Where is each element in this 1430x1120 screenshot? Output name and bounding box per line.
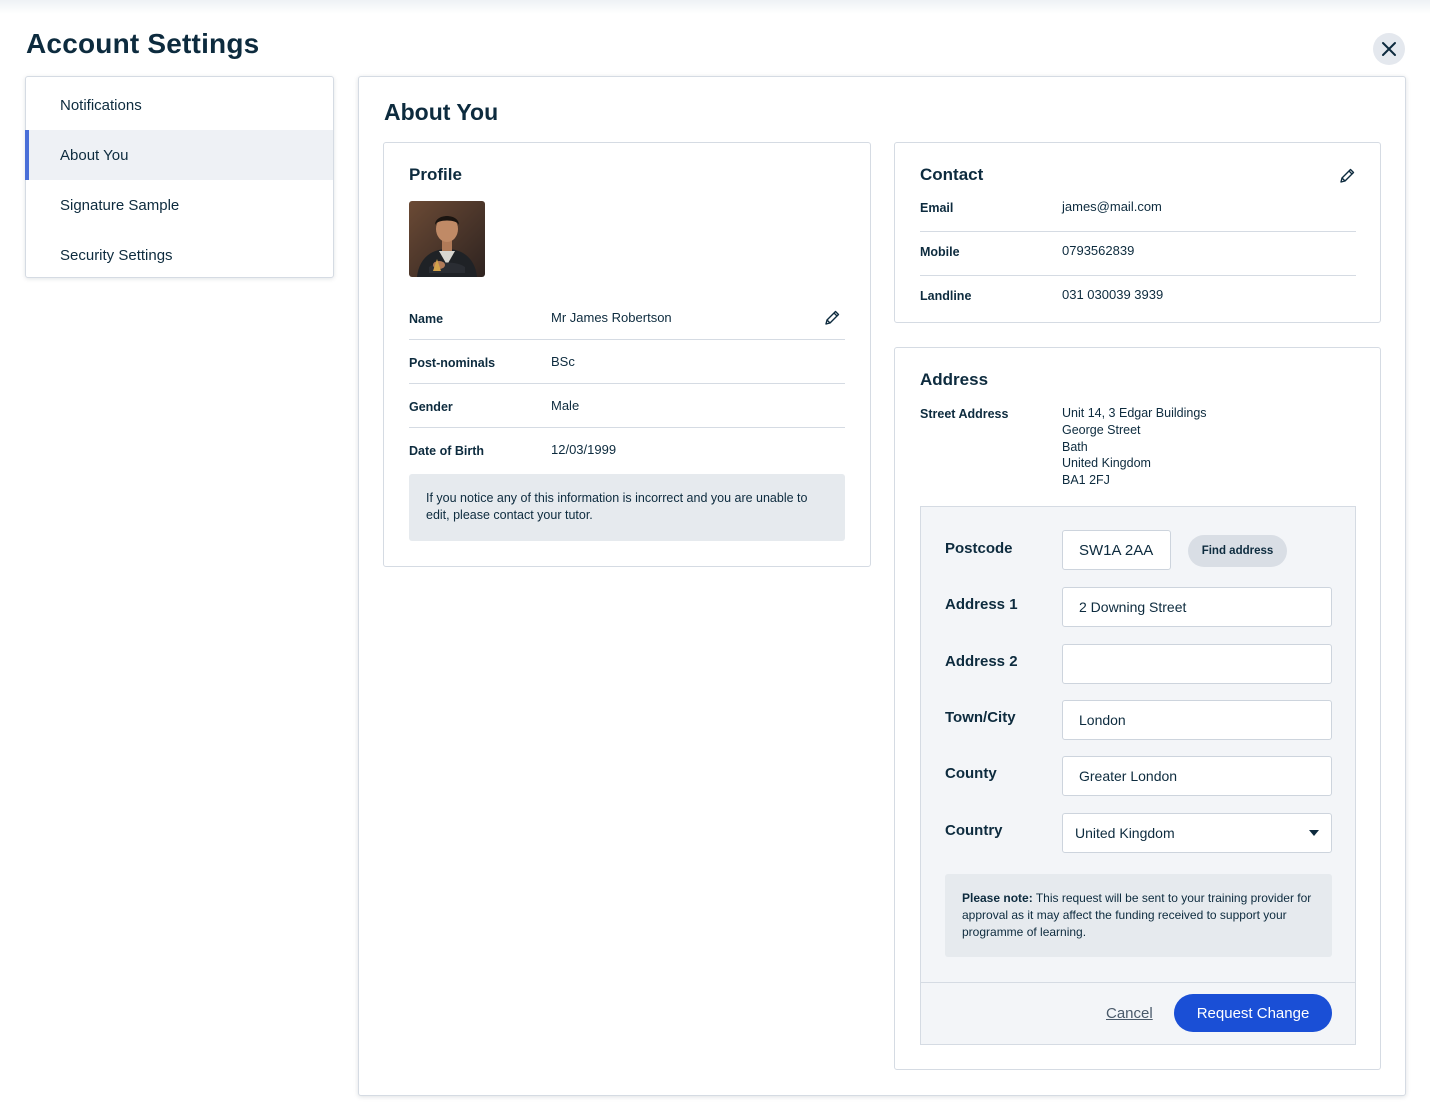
close-button[interactable] — [1373, 33, 1405, 65]
row-label: Date of Birth — [409, 444, 484, 458]
page-title: Account Settings — [26, 28, 260, 59]
find-address-button[interactable]: Find address — [1188, 535, 1287, 567]
sidebar-item-label: Notifications — [60, 96, 142, 114]
sidebar-item-label: Security Settings — [60, 246, 173, 264]
avatar — [409, 201, 485, 277]
contact-row-mobile: Mobile 0793562839 — [920, 232, 1356, 276]
row-label: Name — [409, 312, 444, 326]
approval-note: Please note: This request will be sent t… — [945, 874, 1332, 957]
postcode-label: Postcode — [945, 540, 1013, 557]
row-value: Male — [551, 398, 580, 413]
address1-input[interactable] — [1062, 587, 1332, 627]
section-title: About You — [384, 99, 499, 125]
country-selected-value: United Kingdom — [1075, 825, 1175, 841]
row-value: 12/03/1999 — [551, 442, 617, 457]
country-select[interactable]: United Kingdom — [1062, 813, 1332, 853]
profile-title: Profile — [409, 165, 462, 184]
row-value: james@mail.com — [1062, 199, 1162, 214]
note-heading: Please note: — [962, 891, 1033, 905]
avatar-image — [409, 201, 485, 277]
contact-title: Contact — [920, 165, 984, 184]
top-shadow — [0, 0, 1430, 14]
row-label: Email — [920, 201, 954, 215]
row-label: Gender — [409, 400, 453, 414]
profile-card: Profile Name Mr James Robertson Post-nom… — [383, 142, 871, 567]
form-footer: Cancel Request Change — [921, 982, 1355, 1044]
address2-label: Address 2 — [945, 653, 1018, 670]
county-input[interactable] — [1062, 756, 1332, 796]
profile-row-name: Name Mr James Robertson — [409, 296, 845, 340]
postcode-input[interactable] — [1062, 530, 1171, 570]
profile-row-date-of-birth: Date of Birth 12/03/1999 — [409, 428, 845, 472]
contact-row-landline: Landline 031 030039 3939 — [920, 276, 1356, 320]
chevron-down-icon — [1309, 830, 1319, 836]
pencil-icon[interactable] — [1338, 167, 1356, 185]
address2-input[interactable] — [1062, 644, 1332, 684]
profile-row-gender: Gender Male — [409, 384, 845, 428]
country-label: Country — [945, 822, 1003, 839]
row-label: Post-nominals — [409, 356, 496, 370]
close-icon — [1382, 42, 1396, 56]
address-change-form: Postcode Find address Address 1 Address … — [920, 506, 1356, 1045]
about-you-panel: About You Profile Name Mr James Robertso… — [358, 76, 1406, 1096]
cancel-link[interactable]: Cancel — [1106, 1005, 1153, 1022]
profile-row-post-nominals: Post-nominals BSc — [409, 340, 845, 384]
sidebar-item-security-settings[interactable]: Security Settings — [26, 230, 333, 280]
address-title: Address — [920, 370, 989, 389]
street-address-label: Street Address — [920, 407, 1009, 421]
town-input[interactable] — [1062, 700, 1332, 740]
contact-row-email: Email james@mail.com — [920, 188, 1356, 232]
sidebar-item-label: Signature Sample — [60, 196, 180, 214]
address1-label: Address 1 — [945, 596, 1018, 613]
settings-sidebar: Notifications About You Signature Sample… — [25, 76, 334, 278]
sidebar-item-notifications[interactable]: Notifications — [26, 80, 333, 130]
sidebar-item-label: About You — [60, 146, 129, 164]
town-label: Town/City — [945, 709, 1016, 726]
street-address-value: Unit 14, 3 Edgar Buildings George Street… — [1062, 406, 1207, 488]
address-card: Address Street Address Unit 14, 3 Edgar … — [894, 347, 1381, 1070]
row-value: Mr James Robertson — [551, 310, 672, 325]
row-label: Landline — [920, 289, 972, 303]
row-value: 031 030039 3939 — [1062, 287, 1164, 302]
profile-info-message: If you notice any of this information is… — [409, 474, 845, 541]
row-label: Mobile — [920, 245, 960, 259]
sidebar-item-about-you[interactable]: About You — [25, 130, 333, 180]
pencil-icon[interactable] — [823, 309, 841, 327]
county-label: County — [945, 765, 997, 782]
request-change-button[interactable]: Request Change — [1174, 994, 1332, 1032]
sidebar-item-signature-sample[interactable]: Signature Sample — [26, 180, 333, 230]
row-value: BSc — [551, 354, 575, 369]
row-value: 0793562839 — [1062, 243, 1135, 258]
contact-card: Contact Email james@mail.com Mobile 0793… — [894, 142, 1381, 323]
